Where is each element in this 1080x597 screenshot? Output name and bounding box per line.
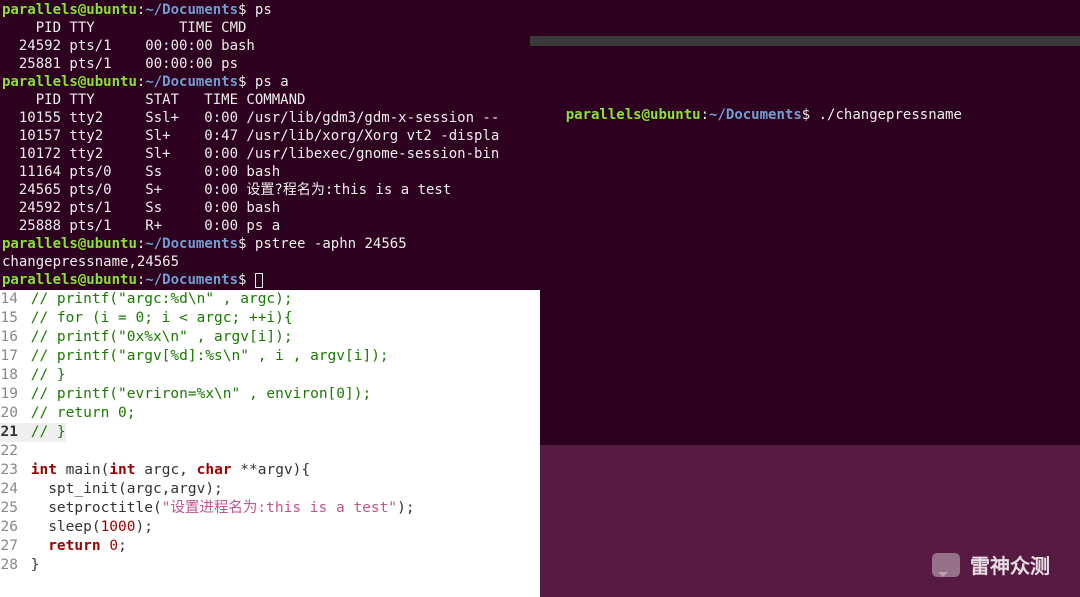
code-line[interactable]: 16 // printf("0x%x\n" , argv[i]); [0,328,540,347]
code-line[interactable]: 23 int main(int argc, char **argv){ [0,461,540,480]
prompt-at: @ [642,107,650,123]
terminal-left[interactable]: parallels@ubuntu:~/Documents$ ps PID TTY… [0,0,530,290]
terminal-output-line: 25888 pts/1 R+ 0:00 ps a [2,217,528,235]
terminal-output-line: 25881 pts/1 00:00:00 ps [2,55,528,73]
line-number: 19 [0,385,22,404]
code-line[interactable]: 20 // return 0; [0,404,540,423]
terminal-output-line: 10157 tty2 Sl+ 0:47 /usr/lib/xorg/Xorg v… [2,127,528,145]
prompt-path: ~/Documents [709,107,802,123]
terminal-output-line: PID TTY STAT TIME COMMAND [2,91,528,109]
code-line[interactable]: 24 spt_init(argc,argv); [0,480,540,499]
watermark: 雷神众测 [932,550,1050,579]
line-number: 26 [0,518,22,537]
line-number: 23 [0,461,22,480]
terminal-output-line: 24565 pts/0 S+ 0:00 设置?程名为:this is a tes… [2,181,528,199]
line-number: 18 [0,366,22,385]
line-number: 22 [0,442,22,461]
terminal-right[interactable]: parallels@ubuntu:~/Documents$ ./changepr… [530,0,1080,445]
code-text: // } [22,423,66,442]
code-text: return 0; [22,537,127,556]
prompt-host: ubuntu [650,107,701,123]
code-line[interactable]: 19 // printf("evriron=%x\n" , environ[0]… [0,385,540,404]
code-line[interactable]: 18 // } [0,366,540,385]
line-number: 17 [0,347,22,366]
line-number: 16 [0,328,22,347]
prompt-user: parallels [566,107,642,123]
code-text: spt_init(argc,argv); [22,480,223,499]
terminal-output-line: changepressname,24565 [2,253,528,271]
code-line[interactable]: 17 // printf("argv[%d]:%s\n" , i , argv[… [0,347,540,366]
code-line[interactable]: 27 return 0; [0,537,540,556]
terminal-output-line: 10172 tty2 Sl+ 0:00 /usr/libexec/gnome-s… [2,145,528,163]
terminal-line: parallels@ubuntu:~/Documents$ ps a [2,73,528,91]
terminal-right-body[interactable]: parallels@ubuntu:~/Documents$ ./changepr… [530,82,1080,148]
line-number: 21 [0,423,22,442]
code-text: // for (i = 0; i < argc; ++i){ [22,309,293,328]
line-number: 25 [0,499,22,518]
terminal-line: parallels@ubuntu:~/Documents$ ps [2,1,528,19]
code-text: int main(int argc, char **argv){ [22,461,310,480]
terminal-right-titlebar [530,36,1080,46]
prompt-colon: : [701,107,709,123]
terminal-cursor [255,273,263,288]
prompt-dollar: $ [802,107,810,123]
code-text: } [22,556,39,575]
terminal-output-line: PID TTY TIME CMD [2,19,528,37]
code-text: // } [22,366,66,385]
command-text: ps [255,2,272,18]
terminal-line: parallels@ubuntu:~/Documents$ [2,271,528,289]
command-text: pstree -aphn 24565 [255,236,407,252]
code-text: // printf("evriron=%x\n" , environ[0]); [22,385,371,404]
wechat-icon [932,553,960,577]
code-line[interactable]: 15 // for (i = 0; i < argc; ++i){ [0,309,540,328]
code-text: sleep(1000); [22,518,153,537]
terminal-output-line: 24592 pts/1 Ss 0:00 bash [2,199,528,217]
line-number: 24 [0,480,22,499]
code-text: setproctitle("设置进程名为:this is a test"); [22,499,415,518]
command-text: ./changepressname [819,107,962,123]
terminal-output-line: 10155 tty2 Ssl+ 0:00 /usr/lib/gdm3/gdm-x… [2,109,528,127]
code-text: // return 0; [22,404,136,423]
terminal-output-line: 24592 pts/1 00:00:00 bash [2,37,528,55]
code-text: // printf("argv[%d]:%s\n" , i , argv[i])… [22,347,389,366]
code-line[interactable]: 25 setproctitle("设置进程名为:this is a test")… [0,499,540,518]
code-line[interactable]: 14 // printf("argc:%d\n" , argc); [0,290,540,309]
line-number: 20 [0,404,22,423]
code-line[interactable]: 28 } [0,556,540,575]
code-line[interactable]: 21 // } [0,423,540,442]
terminal-line: parallels@ubuntu:~/Documents$ pstree -ap… [2,235,528,253]
line-number: 15 [0,309,22,328]
code-editor[interactable]: 14 // printf("argc:%d\n" , argc);15 // f… [0,290,540,597]
code-line[interactable]: 22 [0,442,540,461]
code-text: // printf("argc:%d\n" , argc); [22,290,293,309]
line-number: 27 [0,537,22,556]
terminal-output-line: 11164 pts/0 Ss 0:00 bash [2,163,528,181]
watermark-text: 雷神众测 [970,550,1050,579]
code-text [22,442,31,461]
code-text: // printf("0x%x\n" , argv[i]); [22,328,293,347]
line-number: 28 [0,556,22,575]
terminal-right-command [810,107,818,123]
code-line[interactable]: 26 sleep(1000); [0,518,540,537]
line-number: 14 [0,290,22,309]
command-text: ps a [255,74,289,90]
